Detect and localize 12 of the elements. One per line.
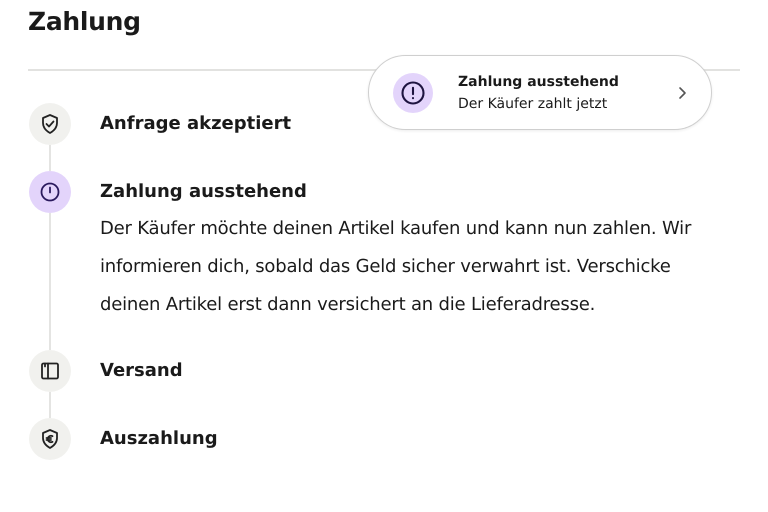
toast-title: Zahlung ausstehend (458, 74, 620, 90)
step-description: Der Käufer möchte deinen Artikel kaufen und kann nun zahlen. Wir informieren dich, sobald das Geld sicher verwahrt ist. Verschicke deinen Artikel erst dann versichert an die Lieferadresse. (100, 217, 692, 317)
toast-subtitle: Der Käufer zahlt jetzt (458, 96, 608, 112)
page-title: Zahlung (28, 6, 142, 38)
step-title: Auszahlung (100, 427, 218, 451)
step-title: Zahlung ausstehend (100, 180, 308, 204)
step-title: Anfrage akzeptiert (100, 112, 292, 136)
alert-icon (393, 72, 433, 112)
chevron-right-icon (677, 84, 687, 100)
clock-icon (38, 180, 62, 204)
step-title: Versand (100, 359, 183, 383)
status-toast[interactable]: Zahlung ausstehend Der Käufer zahlt jetzt (368, 55, 712, 130)
